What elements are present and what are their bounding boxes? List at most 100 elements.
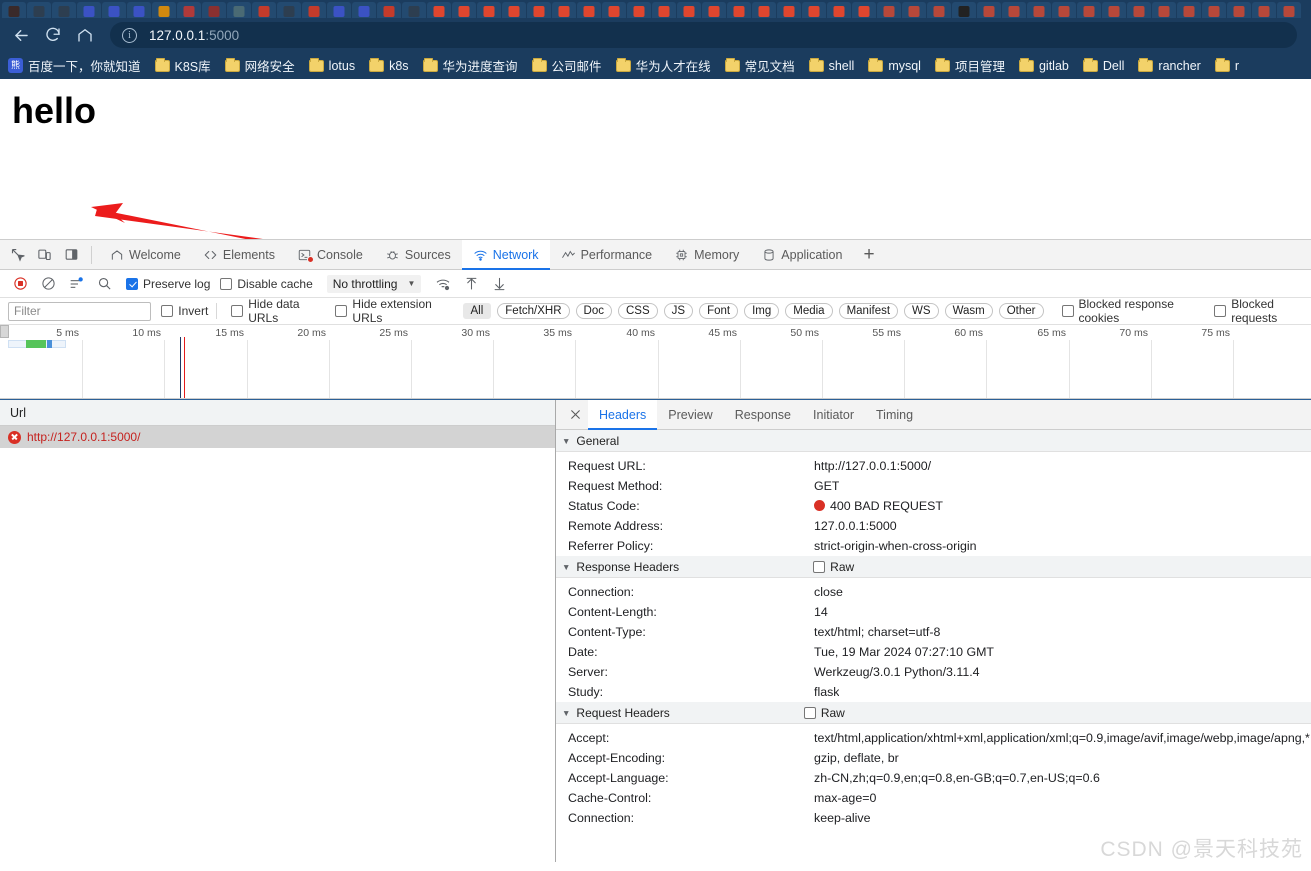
bookmark-item[interactable]: K8S库: [154, 56, 211, 75]
browser-tab[interactable]: [752, 2, 776, 18]
browser-tab[interactable]: [127, 2, 151, 18]
bookmark-item[interactable]: shell: [808, 57, 854, 73]
filter-chip-fetch-xhr[interactable]: Fetch/XHR: [497, 303, 570, 319]
browser-tab[interactable]: [927, 2, 951, 18]
browser-tab[interactable]: [252, 2, 276, 18]
invert-control[interactable]: Invert: [161, 304, 208, 318]
bookmark-item[interactable]: mysql: [868, 57, 921, 73]
section-header[interactable]: ▼ Request Headers Raw: [556, 702, 1311, 724]
browser-tab[interactable]: [377, 2, 401, 18]
clear-icon[interactable]: [36, 273, 60, 295]
address-bar[interactable]: i 127.0.0.1:5000: [110, 22, 1297, 48]
browser-tab[interactable]: [502, 2, 526, 18]
browser-tab[interactable]: [202, 2, 226, 18]
browser-tab[interactable]: [52, 2, 76, 18]
browser-tab[interactable]: [402, 2, 426, 18]
filter-icon[interactable]: [64, 273, 88, 295]
details-tab-timing[interactable]: Timing: [865, 400, 924, 430]
raw-toggle[interactable]: Raw: [813, 560, 854, 574]
browser-tab[interactable]: [602, 2, 626, 18]
details-tab-response[interactable]: Response: [724, 400, 802, 430]
back-icon[interactable]: [6, 21, 36, 49]
browser-tab[interactable]: [652, 2, 676, 18]
browser-tab[interactable]: [777, 2, 801, 18]
bookmark-item[interactable]: 常见文档: [724, 56, 795, 75]
tab-console[interactable]: Console: [286, 240, 374, 270]
filter-chip-manifest[interactable]: Manifest: [838, 303, 899, 319]
browser-tab[interactable]: [802, 2, 826, 18]
browser-tab[interactable]: [152, 2, 176, 18]
dock-side-icon[interactable]: [58, 242, 85, 268]
hide-extension-urls-control[interactable]: Hide extension URLs: [335, 297, 450, 325]
browser-tab[interactable]: [877, 2, 901, 18]
section-header[interactable]: ▼ Response Headers Raw: [556, 556, 1311, 578]
bookmark-item[interactable]: r: [1214, 57, 1239, 73]
browser-tab[interactable]: [677, 2, 701, 18]
search-icon[interactable]: [92, 273, 116, 295]
raw-checkbox[interactable]: [813, 560, 826, 573]
browser-tab[interactable]: [827, 2, 851, 18]
browser-tab[interactable]: [477, 2, 501, 18]
filter-chip-media[interactable]: Media: [785, 303, 833, 319]
filter-chip-all[interactable]: All: [462, 303, 492, 319]
import-har-icon[interactable]: [459, 273, 483, 295]
filter-chip-js[interactable]: JS: [663, 303, 694, 319]
raw-checkbox[interactable]: [803, 706, 816, 719]
hide-data-urls-checkbox[interactable]: [231, 305, 244, 317]
browser-tab[interactable]: [852, 2, 876, 18]
browser-tab[interactable]: [977, 2, 1001, 18]
device-toolbar-icon[interactable]: [31, 242, 58, 268]
browser-tab[interactable]: [702, 2, 726, 18]
filter-input[interactable]: Filter: [8, 301, 152, 321]
home-icon[interactable]: [70, 21, 100, 49]
filter-chip-wasm[interactable]: Wasm: [944, 303, 993, 319]
blocked-response-cookies-checkbox[interactable]: [1061, 305, 1074, 317]
bookmark-item[interactable]: gitlab: [1018, 57, 1069, 73]
export-har-icon[interactable]: [487, 273, 511, 295]
browser-tab[interactable]: [1027, 2, 1051, 18]
filter-chip-font[interactable]: Font: [699, 303, 739, 319]
browser-tab[interactable]: [2, 2, 26, 18]
browser-tab[interactable]: [277, 2, 301, 18]
table-row[interactable]: http://127.0.0.1:5000/: [0, 426, 555, 448]
details-tab-preview[interactable]: Preview: [657, 400, 723, 430]
hide-data-urls-control[interactable]: Hide data URLs: [231, 297, 321, 325]
browser-tab[interactable]: [1277, 2, 1301, 18]
throttling-select[interactable]: No throttling ▼: [326, 274, 422, 293]
browser-tab[interactable]: [577, 2, 601, 18]
network-overview-timeline[interactable]: 5 ms 10 ms 15 ms 20 ms 25 ms 30 ms 35 ms 40 ms 4…: [0, 325, 1311, 399]
browser-tab[interactable]: [452, 2, 476, 18]
browser-tab[interactable]: [1252, 2, 1276, 18]
bookmark-item[interactable]: 公司邮件: [531, 56, 602, 75]
browser-tab[interactable]: [352, 2, 376, 18]
tab-welcome[interactable]: Welcome: [98, 240, 192, 270]
browser-tab[interactable]: [177, 2, 201, 18]
browser-tab[interactable]: [1127, 2, 1151, 18]
blocked-response-cookies-control[interactable]: Blocked response cookies: [1061, 297, 1201, 325]
filter-chip-css[interactable]: CSS: [617, 303, 658, 319]
record-stop-icon[interactable]: [8, 273, 32, 295]
browser-tab[interactable]: [627, 2, 651, 18]
browser-tab[interactable]: [1227, 2, 1251, 18]
browser-tab[interactable]: [527, 2, 551, 18]
disable-cache-control[interactable]: Disable cache: [220, 277, 313, 291]
browser-tab[interactable]: [1177, 2, 1201, 18]
raw-toggle[interactable]: Raw: [803, 706, 845, 720]
browser-tab[interactable]: [27, 2, 51, 18]
preserve-log-control[interactable]: Preserve log: [126, 277, 210, 291]
section-header[interactable]: ▼ General: [556, 430, 1311, 452]
details-tab-initiator[interactable]: Initiator: [802, 400, 865, 430]
tab-elements[interactable]: Elements: [192, 240, 286, 270]
bookmark-item[interactable]: 项目管理: [934, 56, 1005, 75]
bookmarks-bar[interactable]: 百度一下，你就知道 K8S库 网络安全 lotus k8s 华为进度查询 公司邮件 华为人才在…: [0, 52, 1311, 79]
tab-memory[interactable]: Memory: [663, 240, 750, 270]
tab-application[interactable]: Application: [750, 240, 853, 270]
browser-tab[interactable]: [1102, 2, 1126, 18]
bookmark-item[interactable]: 百度一下，你就知道: [8, 56, 141, 75]
browser-tab[interactable]: [302, 2, 326, 18]
browser-tab[interactable]: [77, 2, 101, 18]
bookmark-item[interactable]: k8s: [369, 57, 409, 73]
browser-tab[interactable]: [1202, 2, 1226, 18]
details-tab-headers[interactable]: Headers: [588, 400, 658, 430]
blocked-requests-checkbox[interactable]: [1214, 305, 1227, 317]
